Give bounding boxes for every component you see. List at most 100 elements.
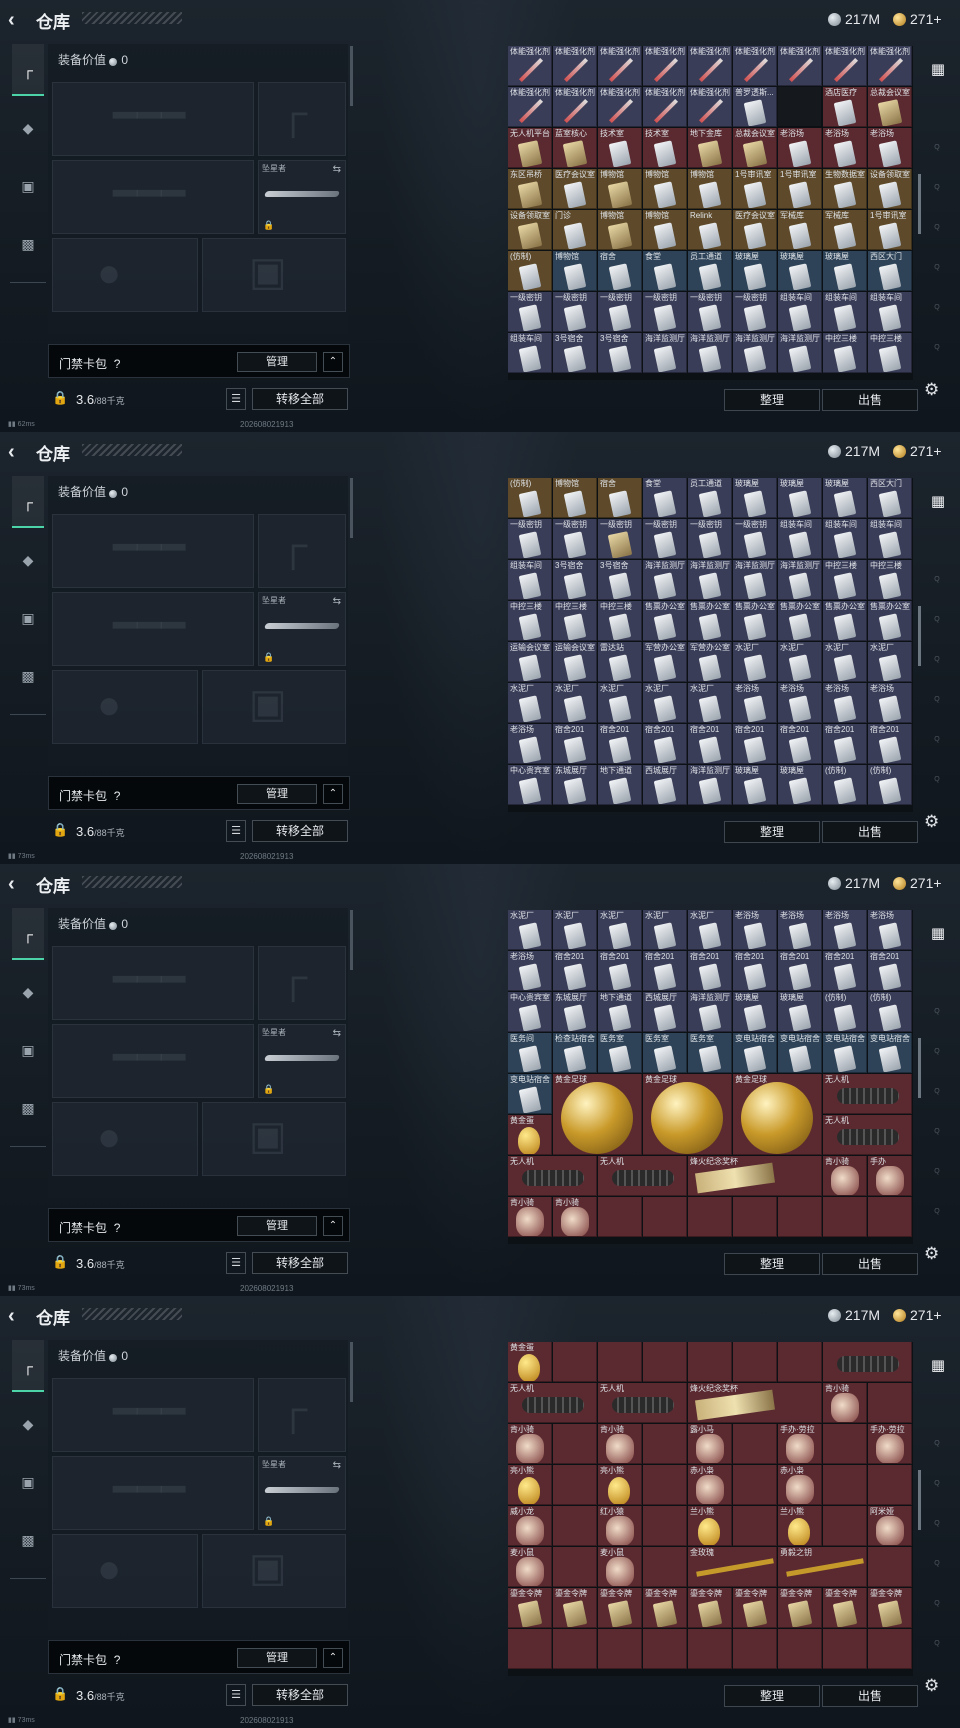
inventory-item[interactable]: 医疗会议室 bbox=[733, 210, 777, 250]
inventory-item[interactable]: 烽火纪念奖杯 bbox=[688, 1383, 822, 1423]
inventory-item[interactable]: 地下金库 bbox=[688, 128, 732, 168]
inventory-item[interactable]: 3号宿舍 bbox=[553, 333, 597, 373]
sort-button[interactable]: 整理 bbox=[724, 389, 820, 411]
settings-gear-icon[interactable]: ⚙ bbox=[924, 380, 939, 400]
inventory-item[interactable]: 玻璃屋 bbox=[823, 251, 867, 291]
slot-secondary-weapon[interactable]: ━━━ bbox=[52, 1456, 254, 1530]
inventory-item[interactable]: 体能强化剂 bbox=[688, 87, 732, 127]
inventory-item[interactable]: 组装车间 bbox=[778, 292, 822, 332]
back-arrow-icon[interactable]: ‹ bbox=[8, 441, 30, 463]
sell-button[interactable]: 出售 bbox=[822, 1685, 918, 1707]
sell-button[interactable]: 出售 bbox=[822, 821, 918, 843]
inventory-item[interactable]: 医务室 bbox=[643, 1033, 687, 1073]
grid-scrollbar[interactable] bbox=[918, 606, 921, 666]
inventory-item[interactable] bbox=[868, 1465, 912, 1505]
inventory-item[interactable]: 玻璃屋 bbox=[778, 251, 822, 291]
tab-armor[interactable]: ◆ bbox=[12, 1398, 44, 1450]
inventory-item[interactable]: 变电站宿舍 bbox=[733, 1033, 777, 1073]
inventory-item[interactable]: 变电站宿舍 bbox=[823, 1033, 867, 1073]
inventory-item[interactable]: 黄金足球 bbox=[553, 1074, 642, 1155]
inventory-item[interactable]: 博物馆 bbox=[598, 169, 642, 209]
inventory-item[interactable]: 一级密钥 bbox=[508, 519, 552, 559]
inventory-item[interactable]: 肯小骑 bbox=[823, 1156, 867, 1196]
inventory-item[interactable]: 宿舍201 bbox=[823, 951, 867, 991]
inventory-item[interactable]: 普罗透斯... bbox=[733, 87, 777, 127]
inventory-item[interactable]: 黄金蛋 bbox=[508, 1342, 552, 1382]
inventory-item[interactable]: 生物数据室 bbox=[823, 169, 867, 209]
inventory-item[interactable]: 老浴场 bbox=[508, 951, 552, 991]
slot-secondary-weapon[interactable]: ━━━ bbox=[52, 592, 254, 666]
tab-armor[interactable]: ◆ bbox=[12, 966, 44, 1018]
inventory-item[interactable]: 宿舍201 bbox=[778, 951, 822, 991]
slot-body-armor[interactable]: ▣ bbox=[202, 1534, 346, 1608]
inventory-item[interactable]: 水泥厂 bbox=[598, 910, 642, 950]
tab-vest[interactable]: ▣ bbox=[12, 1456, 44, 1508]
expand-up-icon[interactable]: ⌃ bbox=[323, 1648, 343, 1668]
tab-backpack[interactable]: ▩ bbox=[12, 650, 44, 702]
inventory-item[interactable]: 组装车间 bbox=[868, 292, 912, 332]
inventory-item[interactable]: 酒店医疗 bbox=[823, 87, 867, 127]
inventory-item[interactable]: 一级密钥 bbox=[733, 292, 777, 332]
inventory-item[interactable]: 水泥厂 bbox=[868, 642, 912, 682]
inventory-item[interactable]: 组装车间 bbox=[823, 292, 867, 332]
inventory-item[interactable] bbox=[643, 1629, 687, 1669]
inventory-item[interactable]: 烽火纪念奖杯 bbox=[688, 1156, 822, 1196]
inventory-item[interactable]: 麦小鼠 bbox=[598, 1547, 642, 1587]
grid-scrollbar[interactable] bbox=[918, 1038, 921, 1098]
inventory-item[interactable]: 地下通道 bbox=[598, 765, 642, 805]
inventory-item[interactable]: 一级密钥 bbox=[553, 519, 597, 559]
inventory-item[interactable]: 售票办公室 bbox=[868, 601, 912, 641]
inventory-item[interactable]: 手办·劳拉 bbox=[778, 1424, 822, 1464]
inventory-item[interactable]: 无人机 bbox=[823, 1115, 912, 1155]
inventory-item[interactable]: 海洋监测厅 bbox=[643, 560, 687, 600]
inventory-item[interactable]: 设备领取室 bbox=[508, 210, 552, 250]
inventory-item[interactable]: 体能强化剂 bbox=[643, 46, 687, 86]
inventory-item[interactable]: 水泥厂 bbox=[643, 910, 687, 950]
slot-pistol[interactable]: ┌ bbox=[258, 946, 346, 1020]
inventory-item[interactable]: 地下通道 bbox=[598, 992, 642, 1032]
inventory-item[interactable] bbox=[868, 1383, 912, 1423]
inventory-item[interactable]: (仿制) bbox=[823, 765, 867, 805]
inventory-item[interactable] bbox=[553, 1342, 597, 1382]
slot-melee[interactable]: 坠星者 ⇆ 🔒 bbox=[258, 160, 346, 234]
inventory-item[interactable] bbox=[823, 1342, 912, 1382]
slot-body-armor[interactable]: ▣ bbox=[202, 1102, 346, 1176]
safe-box-icon[interactable]: ▦ bbox=[926, 1356, 950, 1378]
inventory-item[interactable]: 兰小熊 bbox=[688, 1506, 732, 1546]
inventory-item[interactable]: 组装车间 bbox=[508, 560, 552, 600]
inventory-item[interactable]: 宿舍201 bbox=[553, 951, 597, 991]
inventory-item[interactable]: 售票办公室 bbox=[778, 601, 822, 641]
inventory-item[interactable]: 变电站宿舍 bbox=[868, 1033, 912, 1073]
list-view-icon[interactable]: ☰ bbox=[226, 1684, 246, 1706]
inventory-item[interactable]: 宿舍201 bbox=[778, 724, 822, 764]
inventory-item[interactable] bbox=[733, 1197, 777, 1237]
inventory-item[interactable]: 老浴场 bbox=[778, 683, 822, 723]
inventory-item[interactable] bbox=[643, 1465, 687, 1505]
inventory-item[interactable]: 体能强化剂 bbox=[823, 46, 867, 86]
inventory-item[interactable]: 鎏金令牌 bbox=[688, 1588, 732, 1628]
inventory-item[interactable] bbox=[823, 1424, 867, 1464]
inventory-item[interactable]: 麦小鼠 bbox=[508, 1547, 552, 1587]
inventory-item[interactable]: 水泥厂 bbox=[688, 910, 732, 950]
slot-primary-weapon[interactable]: ━━━ bbox=[52, 946, 254, 1020]
inventory-item[interactable]: 医务间 bbox=[508, 1033, 552, 1073]
inventory-item[interactable]: 售票办公室 bbox=[688, 601, 732, 641]
inventory-item[interactable]: 总裁会议室 bbox=[868, 87, 912, 127]
inventory-item[interactable] bbox=[688, 1197, 732, 1237]
back-arrow-icon[interactable]: ‹ bbox=[8, 1305, 30, 1327]
inventory-item[interactable]: 宿舍201 bbox=[868, 724, 912, 764]
inventory-item[interactable]: 西区大门 bbox=[868, 251, 912, 291]
list-view-icon[interactable]: ☰ bbox=[226, 820, 246, 842]
inventory-item[interactable]: 无人机 bbox=[823, 1074, 912, 1114]
inventory-item[interactable]: 玻璃屋 bbox=[823, 478, 867, 518]
swap-icon[interactable]: ⇆ bbox=[333, 596, 341, 607]
inventory-item[interactable]: 东城展厅 bbox=[553, 992, 597, 1032]
inventory-item[interactable] bbox=[733, 1424, 777, 1464]
tab-weapons[interactable]: ┌ bbox=[12, 908, 44, 960]
inventory-item[interactable]: 宿舍201 bbox=[733, 951, 777, 991]
inventory-item[interactable]: 鎏金令牌 bbox=[598, 1588, 642, 1628]
inventory-item[interactable]: 海洋监测厅 bbox=[778, 333, 822, 373]
inventory-item[interactable]: 赤小枭 bbox=[778, 1465, 822, 1505]
slot-helmet[interactable]: ● bbox=[52, 1534, 198, 1608]
slot-primary-weapon[interactable]: ━━━ bbox=[52, 82, 254, 156]
